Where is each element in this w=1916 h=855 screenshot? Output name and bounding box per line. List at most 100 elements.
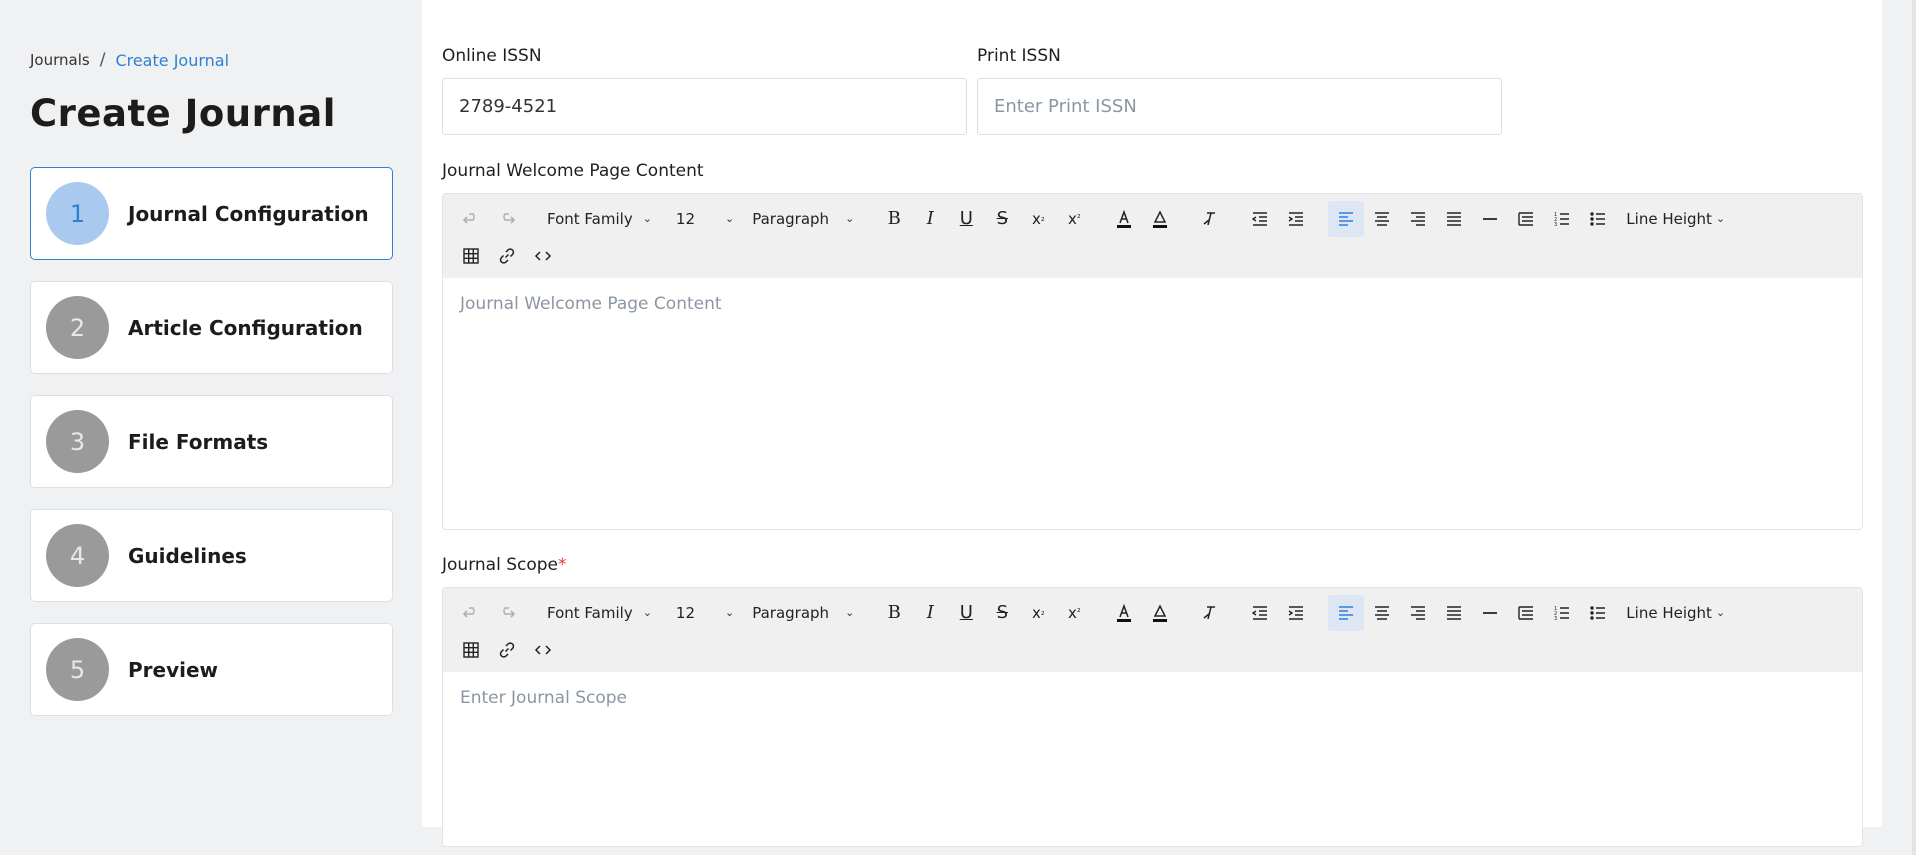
online-issn-label: Online ISSN — [442, 46, 542, 66]
underline-icon[interactable]: U — [948, 201, 984, 237]
align-justify-icon[interactable] — [1436, 595, 1472, 631]
chevron-down-icon: ⌄ — [1715, 606, 1726, 619]
table-icon[interactable] — [453, 632, 489, 668]
superscript-icon[interactable]: x² — [1056, 595, 1092, 631]
print-issn-input[interactable]: Enter Print ISSN — [977, 78, 1502, 135]
undo-icon[interactable] — [453, 595, 489, 631]
chevron-down-icon: ⌄ — [725, 212, 735, 225]
code-icon[interactable] — [525, 238, 561, 274]
strikethrough-icon[interactable]: S — [984, 595, 1020, 631]
text-color-icon[interactable] — [1106, 201, 1142, 237]
align-justify-icon[interactable] — [1436, 201, 1472, 237]
table-icon[interactable] — [453, 238, 489, 274]
breadcrumb-separator: / — [99, 50, 106, 70]
welcome-content-editor: Font Family ⌄ 12 ⌄ Paragraph ⌄ B I U S x₂ x… — [442, 193, 1863, 530]
step-label: Preview — [128, 657, 219, 682]
link-icon[interactable] — [489, 632, 525, 668]
bullet-list-icon[interactable] — [1580, 595, 1616, 631]
left-panel: Journals / Create Journal Create Journal… — [0, 0, 422, 855]
indent-icon[interactable] — [1278, 201, 1314, 237]
font-size-select[interactable]: 12 ⌄ — [668, 201, 742, 237]
clear-format-icon[interactable] — [1192, 595, 1228, 631]
chevron-down-icon: ⌄ — [845, 212, 855, 225]
chevron-down-icon: ⌄ — [642, 606, 652, 619]
chevron-down-icon: ⌄ — [845, 606, 855, 619]
step-number: 5 — [46, 638, 109, 701]
print-issn-label: Print ISSN — [977, 46, 1061, 66]
welcome-content-textarea[interactable]: Journal Welcome Page Content — [443, 278, 1862, 330]
italic-icon[interactable]: I — [912, 201, 948, 237]
print-issn-placeholder: Enter Print ISSN — [994, 96, 1137, 117]
outdent-icon[interactable] — [1242, 201, 1278, 237]
editor-toolbar: Font Family ⌄ 12 ⌄ Paragraph ⌄ B I U S x₂ x… — [443, 588, 1862, 672]
welcome-content-placeholder: Journal Welcome Page Content — [460, 294, 722, 314]
journal-scope-editor: Font Family ⌄ 12 ⌄ Paragraph ⌄ B I U S x₂ x… — [442, 587, 1863, 847]
editor-toolbar: Font Family ⌄ 12 ⌄ Paragraph ⌄ B I U S x₂ x… — [443, 194, 1862, 278]
chevron-down-icon: ⌄ — [642, 212, 652, 225]
online-issn-input[interactable]: 2789-4521 — [442, 78, 967, 135]
list-style-icon[interactable] — [1508, 201, 1544, 237]
numbered-list-icon[interactable]: 123 — [1544, 595, 1580, 631]
breadcrumb: Journals / Create Journal — [30, 50, 229, 70]
link-icon[interactable] — [489, 238, 525, 274]
step-file-formats[interactable]: 3 File Formats — [30, 395, 393, 488]
step-number: 2 — [46, 296, 109, 359]
page-title: Create Journal — [30, 92, 336, 135]
svg-text:3: 3 — [1554, 222, 1557, 228]
font-family-select[interactable]: Font Family ⌄ — [539, 595, 660, 631]
line-height-select[interactable]: Line Height ⌄ — [1618, 595, 1733, 631]
breadcrumb-journals-link[interactable]: Journals — [30, 51, 90, 69]
step-label: File Formats — [128, 429, 269, 454]
bold-icon[interactable]: B — [876, 201, 912, 237]
font-size-select[interactable]: 12 ⌄ — [668, 595, 742, 631]
form-panel: Online ISSN 2789-4521 Print ISSN Enter P… — [422, 0, 1882, 847]
strikethrough-icon[interactable]: S — [984, 201, 1020, 237]
undo-icon[interactable] — [453, 201, 489, 237]
subscript-icon[interactable]: x₂ — [1020, 595, 1056, 631]
redo-icon[interactable] — [489, 595, 525, 631]
italic-icon[interactable]: I — [912, 595, 948, 631]
bold-icon[interactable]: B — [876, 595, 912, 631]
font-family-select[interactable]: Font Family ⌄ — [539, 201, 660, 237]
block-format-select[interactable]: Paragraph ⌄ — [744, 595, 862, 631]
outdent-icon[interactable] — [1242, 595, 1278, 631]
step-list: 1 Journal Configuration 2 Article Config… — [30, 167, 393, 737]
scrollbar[interactable] — [1912, 0, 1916, 855]
code-icon[interactable] — [525, 632, 561, 668]
highlight-color-icon[interactable] — [1142, 201, 1178, 237]
align-right-icon[interactable] — [1400, 201, 1436, 237]
block-format-select[interactable]: Paragraph ⌄ — [744, 201, 862, 237]
bullet-list-icon[interactable] — [1580, 201, 1616, 237]
redo-icon[interactable] — [489, 201, 525, 237]
journal-scope-textarea[interactable]: Enter Journal Scope — [443, 672, 1862, 724]
step-label: Guidelines — [128, 543, 247, 568]
step-label: Journal Configuration — [128, 201, 369, 226]
step-number: 4 — [46, 524, 109, 587]
step-number: 3 — [46, 410, 109, 473]
welcome-content-label: Journal Welcome Page Content — [442, 161, 704, 181]
horizontal-rule-icon[interactable] — [1472, 595, 1508, 631]
step-preview[interactable]: 5 Preview — [30, 623, 393, 716]
superscript-icon[interactable]: x² — [1056, 201, 1092, 237]
chevron-down-icon: ⌄ — [1715, 212, 1726, 225]
highlight-color-icon[interactable] — [1142, 595, 1178, 631]
step-journal-configuration[interactable]: 1 Journal Configuration — [30, 167, 393, 260]
text-color-icon[interactable] — [1106, 595, 1142, 631]
indent-icon[interactable] — [1278, 595, 1314, 631]
align-left-icon[interactable] — [1328, 200, 1365, 237]
align-center-icon[interactable] — [1364, 201, 1400, 237]
underline-icon[interactable]: U — [948, 595, 984, 631]
clear-format-icon[interactable] — [1192, 201, 1228, 237]
line-height-select[interactable]: Line Height ⌄ — [1618, 201, 1733, 237]
align-left-icon[interactable] — [1328, 594, 1365, 631]
horizontal-rule-icon[interactable] — [1472, 201, 1508, 237]
online-issn-value: 2789-4521 — [459, 96, 558, 117]
journal-scope-label: Journal Scope* — [442, 555, 567, 575]
align-right-icon[interactable] — [1400, 595, 1436, 631]
subscript-icon[interactable]: x₂ — [1020, 201, 1056, 237]
step-article-configuration[interactable]: 2 Article Configuration — [30, 281, 393, 374]
step-guidelines[interactable]: 4 Guidelines — [30, 509, 393, 602]
list-style-icon[interactable] — [1508, 595, 1544, 631]
align-center-icon[interactable] — [1364, 595, 1400, 631]
numbered-list-icon[interactable]: 123 — [1544, 201, 1580, 237]
